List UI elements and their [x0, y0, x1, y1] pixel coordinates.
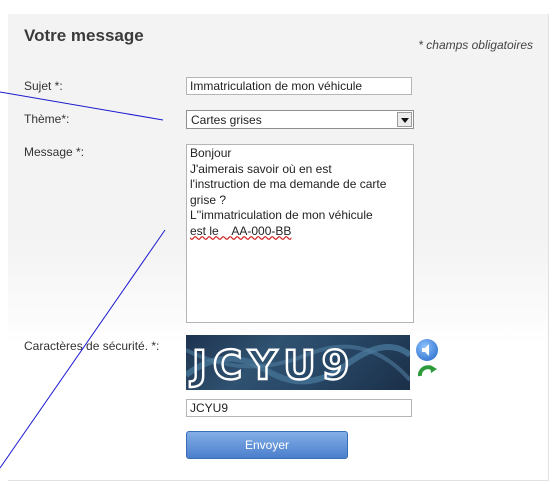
- annotation-line: [0, 229, 166, 469]
- annotation-lines: [0, 91, 166, 469]
- annotation-line: [0, 91, 164, 121]
